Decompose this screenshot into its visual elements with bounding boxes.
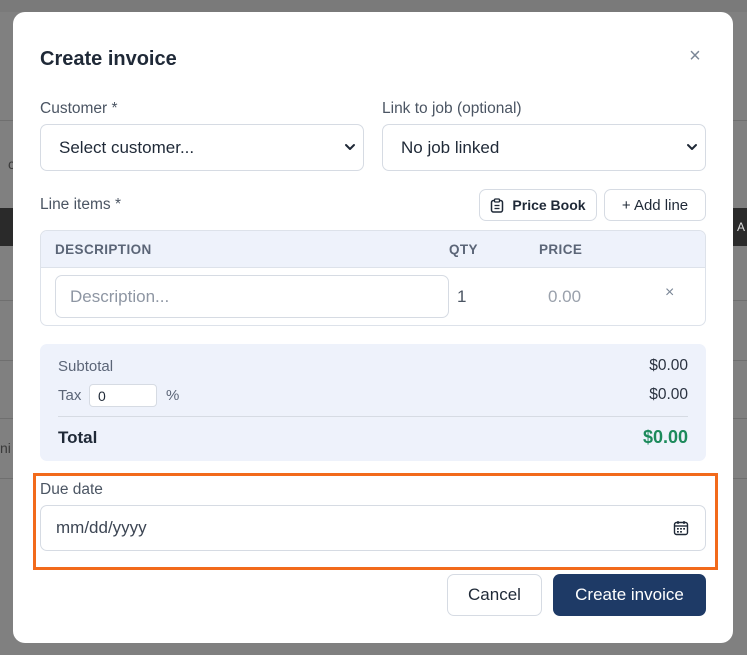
remove-line-icon[interactable]: × [665,284,674,302]
background-text: A [736,220,745,234]
chevron-down-icon [345,144,355,150]
line-items-label: Line items * [40,196,121,213]
background-topbar [0,0,747,12]
highlight-box [33,473,718,570]
customer-select-value: Select customer... [59,137,195,157]
customer-label: Customer * [40,100,118,117]
price-book-label: Price Book [512,197,586,213]
subtotal-value: $0.00 [649,357,688,374]
chevron-down-icon [687,144,697,150]
total-label: Total [58,428,98,447]
table-header: DESCRIPTION QTY PRICE [41,231,705,268]
modal-title: Create invoice [40,48,177,70]
job-select[interactable]: No job linked [382,124,706,171]
customer-select[interactable]: Select customer... [40,124,364,171]
subtotal-label: Subtotal [58,358,114,375]
description-placeholder: Description... [70,286,170,306]
totals-summary: Subtotal $0.00 Tax 0 % $0.00 Total $0.00 [40,344,706,461]
job-select-value: No job linked [401,137,500,157]
create-invoice-button[interactable]: Create invoice [553,574,706,616]
column-header-price: PRICE [539,242,583,257]
tax-label: Tax [58,387,82,404]
background-text: ni [0,440,11,456]
price-book-button[interactable]: Price Book [479,189,597,221]
qty-input[interactable]: 1 [457,287,466,307]
clipboard-icon [491,197,504,213]
line-items-table: DESCRIPTION QTY PRICE Description... 1 0… [40,230,706,326]
add-line-button[interactable]: + Add line [604,189,706,221]
column-header-qty: QTY [449,242,478,257]
column-header-description: DESCRIPTION [55,242,152,257]
price-input[interactable]: 0.00 [548,287,581,307]
close-icon[interactable]: × [685,46,705,66]
table-row: Description... 1 0.00 × [41,268,705,325]
cancel-button[interactable]: Cancel [447,574,542,616]
total-value: $0.00 [642,427,688,447]
tax-rate-input[interactable]: 0 [89,384,157,407]
summary-divider [58,416,688,417]
job-label: Link to job (optional) [382,100,522,117]
tax-value: $0.00 [649,386,688,403]
description-input[interactable]: Description... [55,275,449,318]
tax-percent-sign: % [166,387,180,404]
